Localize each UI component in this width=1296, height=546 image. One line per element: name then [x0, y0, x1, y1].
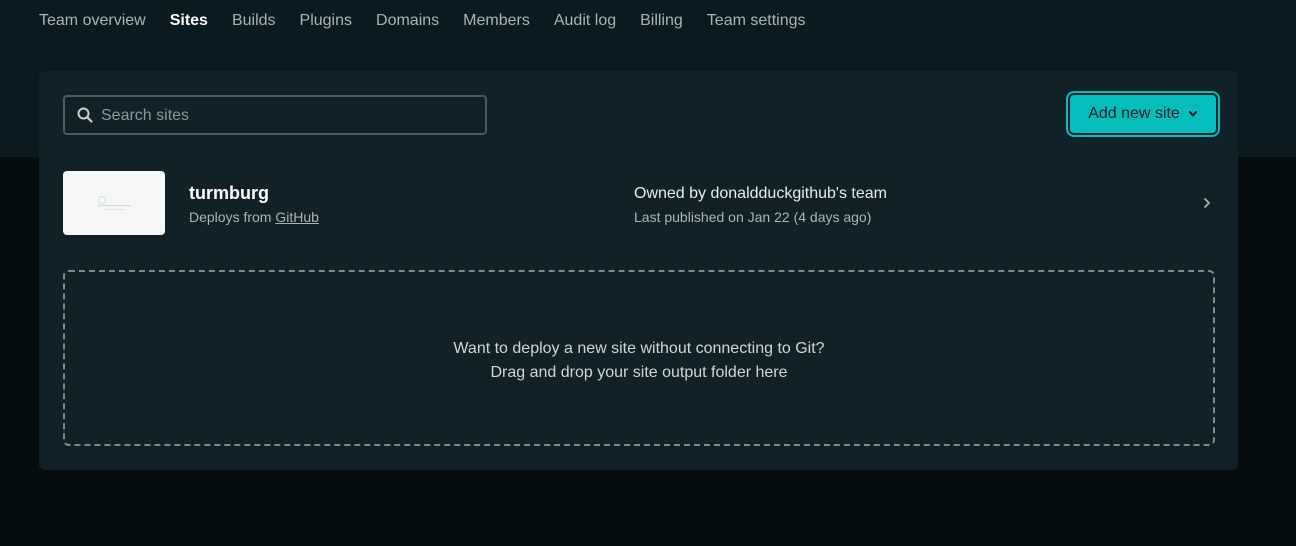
- nav-item-team-settings[interactable]: Team settings: [707, 0, 806, 29]
- dropzone-instruction: Drag and drop your site output folder he…: [490, 364, 788, 381]
- search-field[interactable]: [63, 95, 487, 135]
- sites-card: Add new site turmburg Deploys from GitHu…: [39, 71, 1238, 470]
- nav-item-plugins[interactable]: Plugins: [300, 0, 352, 29]
- chevron-right-icon[interactable]: [1203, 197, 1211, 209]
- site-row[interactable]: turmburg Deploys from GitHub Owned by do…: [63, 171, 1214, 235]
- nav-item-domains[interactable]: Domains: [376, 0, 439, 29]
- site-preview-graphic: [97, 196, 131, 210]
- site-last-published: Last published on Jan 22 (4 days ago): [634, 209, 872, 225]
- site-owner: Owned by donaldduckgithub's team: [634, 185, 887, 202]
- github-link[interactable]: GitHub: [275, 209, 319, 225]
- add-new-site-button[interactable]: Add new site: [1070, 95, 1216, 133]
- search-icon: [77, 107, 93, 123]
- nav-item-sites[interactable]: Sites: [170, 0, 208, 29]
- add-new-site-label: Add new site: [1088, 105, 1180, 122]
- deploy-dropzone[interactable]: Want to deploy a new site without connec…: [63, 270, 1215, 446]
- site-name[interactable]: turmburg: [189, 183, 269, 204]
- site-deploy-source: Deploys from GitHub: [189, 209, 319, 225]
- nav-item-audit-log[interactable]: Audit log: [554, 0, 616, 29]
- nav-item-billing[interactable]: Billing: [640, 0, 683, 29]
- site-thumbnail: [63, 171, 165, 235]
- chevron-down-icon: [1188, 111, 1197, 117]
- dropzone-prompt: Want to deploy a new site without connec…: [453, 340, 825, 357]
- deploys-from-text: Deploys from: [189, 209, 272, 225]
- search-input[interactable]: [99, 97, 483, 135]
- nav-item-members[interactable]: Members: [463, 0, 530, 29]
- nav-item-builds[interactable]: Builds: [232, 0, 276, 29]
- team-nav: Team overview Sites Builds Plugins Domai…: [39, 0, 806, 42]
- nav-item-team-overview[interactable]: Team overview: [39, 0, 146, 29]
